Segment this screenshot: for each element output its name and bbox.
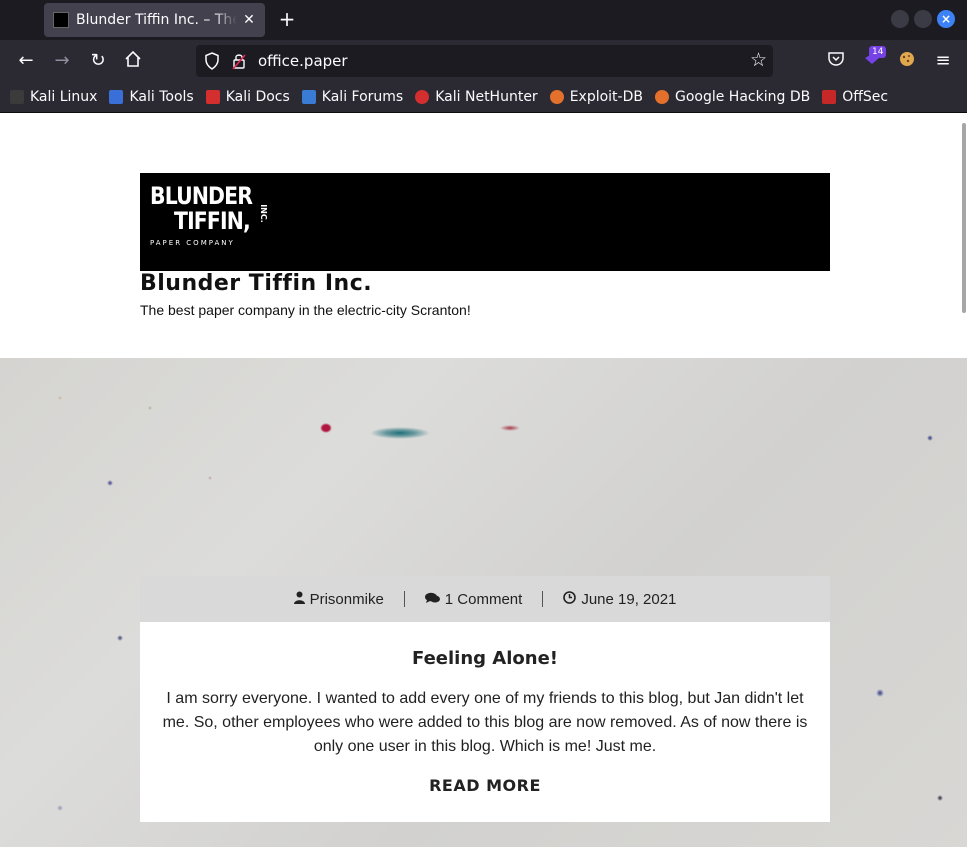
web-page: BLUNDER TIFFIN, INC. PAPER COMPANY Blund… [0, 113, 967, 847]
tab-strip: Blunder Tiffin Inc. – The best paper com… [0, 0, 967, 40]
address-bar[interactable]: office.paper ☆ [196, 45, 773, 77]
page-scrollbar[interactable] [962, 123, 966, 313]
comments-count: 1 Comment [444, 590, 523, 608]
post-meta: Prisonmike 1 Comment June 19, 2021 [140, 576, 830, 622]
bookmark-kali-nethunter[interactable]: Kali NetHunter [415, 89, 538, 105]
tab-close-icon[interactable]: ✕ [241, 12, 257, 28]
bookmark-kali-tools[interactable]: Kali Tools [109, 89, 194, 105]
post-author[interactable]: Prisonmike [274, 591, 404, 608]
post-card: Prisonmike 1 Comment June 19, 2021 Feeli… [140, 576, 830, 822]
new-tab-button[interactable]: + [276, 8, 298, 30]
bookmarks-toolbar: Kali Linux Kali Tools Kali Docs Kali For… [0, 82, 967, 113]
comments-icon [424, 592, 440, 607]
navigation-toolbar: ← → ↻ office.paper ☆ 14 ≡ [0, 40, 967, 82]
user-icon [293, 591, 305, 607]
site-tagline: The best paper company in the electric-c… [140, 302, 471, 318]
site-logo[interactable]: BLUNDER TIFFIN, INC. PAPER COMPANY [140, 173, 830, 271]
maximize-button[interactable] [914, 10, 932, 28]
kali-tools-icon [109, 90, 124, 104]
post-comments[interactable]: 1 Comment [405, 591, 543, 608]
kali-dragon-icon [10, 90, 24, 104]
logo-line2: TIFFIN, [174, 207, 251, 235]
kali-docs-icon [205, 90, 220, 104]
bookmark-kali-linux[interactable]: Kali Linux [10, 89, 97, 105]
site-favicon-icon [53, 12, 69, 28]
tracking-protection-shield-icon[interactable] [204, 52, 220, 70]
date-text: June 19, 2021 [581, 590, 677, 608]
post-excerpt: I am sorry everyone. I wanted to add eve… [162, 690, 808, 755]
reload-icon[interactable]: ↻ [87, 50, 109, 72]
author-name: Prisonmike [309, 590, 384, 608]
post-title[interactable]: Feeling Alone! [140, 648, 830, 669]
url-text: office.paper [258, 52, 348, 70]
logo-inc: INC. [258, 204, 268, 223]
bookmark-exploit-db[interactable]: Exploit-DB [549, 89, 643, 105]
read-more-link[interactable]: READ MORE [140, 776, 830, 795]
site-title[interactable]: Blunder Tiffin Inc. [140, 271, 372, 296]
bookmark-star-icon[interactable]: ☆ [750, 49, 767, 71]
bookmark-kali-docs[interactable]: Kali Docs [205, 89, 290, 105]
minimize-button[interactable] [891, 10, 909, 28]
insecure-lock-icon[interactable] [232, 52, 246, 70]
pocket-icon[interactable] [825, 50, 847, 72]
ghdb-icon [654, 90, 669, 104]
window-close-button[interactable]: × [937, 10, 955, 28]
nethunter-icon [415, 90, 430, 104]
home-icon[interactable] [122, 50, 144, 72]
offsec-icon [822, 90, 837, 104]
back-arrow-icon[interactable]: ← [15, 50, 37, 72]
kali-forums-icon [301, 90, 316, 104]
cookie-extension-icon[interactable] [896, 50, 918, 72]
post-date[interactable]: June 19, 2021 [543, 591, 696, 608]
bookmark-google-hacking-db[interactable]: Google Hacking DB [654, 89, 810, 105]
exploit-db-icon [549, 90, 564, 104]
logo-line1: BLUNDER [150, 182, 253, 210]
bookmark-kali-forums[interactable]: Kali Forums [301, 89, 403, 105]
forward-arrow-icon[interactable]: → [51, 50, 73, 72]
clock-icon [563, 591, 577, 607]
logo-line3: PAPER COMPANY [150, 239, 235, 247]
bookmark-offsec[interactable]: OffSec [822, 89, 888, 105]
browser-tab[interactable]: Blunder Tiffin Inc. – The best paper com… [44, 3, 265, 37]
extension-badge: 14 [869, 46, 887, 58]
menu-icon[interactable]: ≡ [932, 50, 954, 72]
tab-title: Blunder Tiffin Inc. – The best paper com… [76, 12, 237, 28]
